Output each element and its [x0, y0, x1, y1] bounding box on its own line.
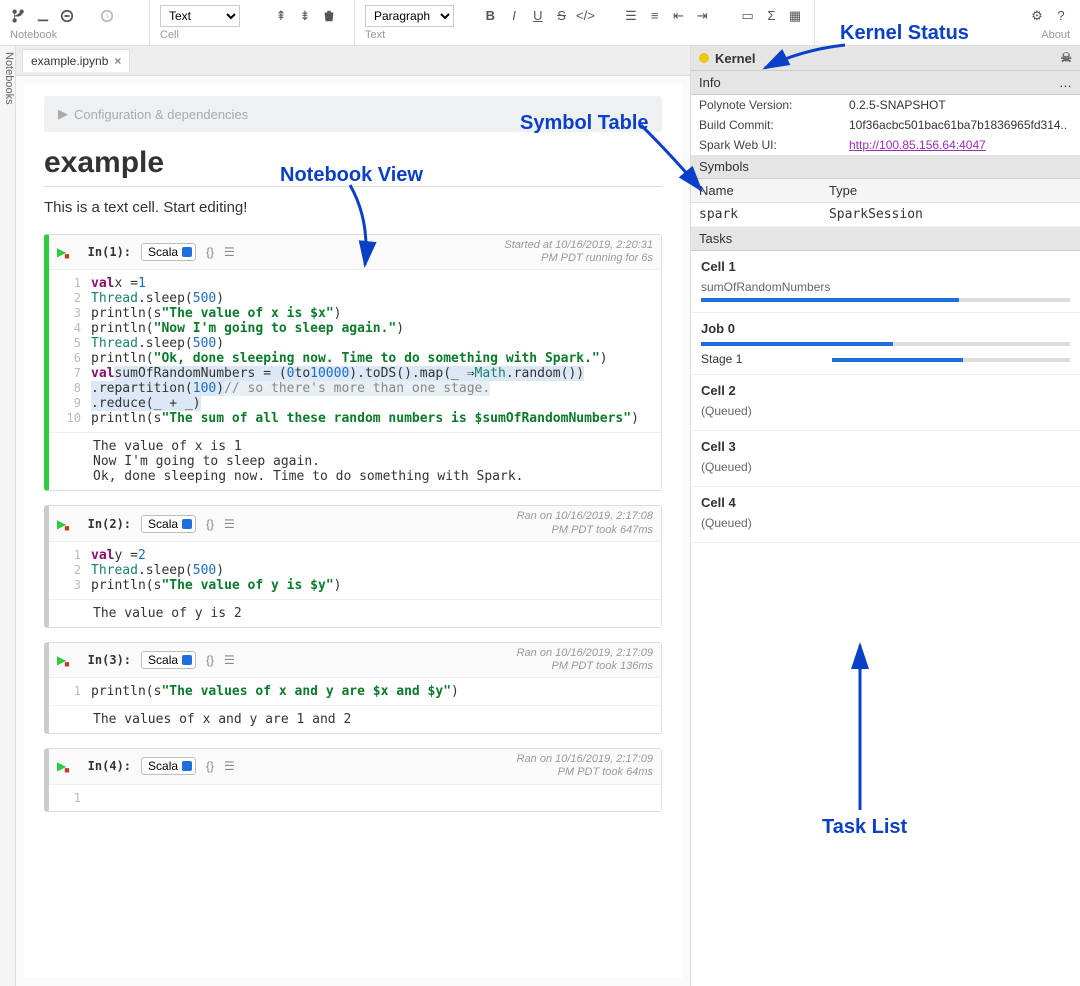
bold-icon[interactable]: B	[482, 7, 500, 25]
list-icon[interactable]: ☰	[224, 517, 235, 531]
cell-type-select[interactable]: Text	[160, 5, 240, 27]
cell-label: In(3):	[88, 653, 131, 667]
skull-icon[interactable]: ☠	[1060, 50, 1072, 66]
kernel-header[interactable]: Kernel ☠	[691, 46, 1080, 71]
branch-icon[interactable]	[10, 7, 28, 25]
table-icon[interactable]: ▦	[786, 7, 804, 25]
code-editor[interactable]: 1	[49, 785, 661, 811]
clock-icon[interactable]	[98, 7, 116, 25]
kernel-status-dot	[699, 53, 709, 63]
task-job-0: Job 0 Stage 1	[691, 313, 1080, 375]
cell-group-label: Cell	[160, 29, 344, 41]
symbols-header[interactable]: Symbols	[691, 155, 1080, 179]
code-icon[interactable]: </>	[576, 7, 594, 25]
lang-select[interactable]: Scala	[141, 757, 196, 775]
lang-select[interactable]: Scala	[141, 651, 196, 669]
outdent-icon[interactable]: ⇤	[670, 7, 688, 25]
kernel-panel: Kernel ☠ Info… Polynote Version:0.2.5-SN…	[690, 46, 1080, 986]
notebook-group-label: Notebook	[10, 29, 139, 41]
underline-icon[interactable]: U	[529, 7, 547, 25]
lang-select[interactable]: Scala	[141, 243, 196, 261]
settings-icon[interactable]: ⚙	[1028, 7, 1046, 25]
list-icon[interactable]: ☰	[224, 653, 235, 667]
notebook-view: ▶ Configuration & dependencies example T…	[24, 84, 682, 978]
ol-icon[interactable]: ≡	[646, 7, 664, 25]
braces-icon[interactable]: {}	[206, 653, 214, 667]
spark-ui-link[interactable]: http://100.85.156.64:4047	[849, 138, 986, 152]
stop-icon[interactable]: ■	[64, 765, 69, 775]
task-cell-2: Cell 2 (Queued)	[691, 375, 1080, 431]
about-label: About	[1041, 29, 1070, 41]
move-up-icon[interactable]: ⇞	[272, 7, 290, 25]
image-icon[interactable]: ▭	[739, 7, 757, 25]
ul-icon[interactable]: ☰	[622, 7, 640, 25]
stop-icon[interactable]: ■	[64, 659, 69, 669]
table-row[interactable]: sparkSparkSession	[691, 203, 1080, 227]
indent-icon[interactable]: ⇥	[693, 7, 711, 25]
code-cell-2: ▶ ■ In(2): Scala {}☰ Ran on 10/16/2019, …	[44, 505, 662, 627]
italic-icon[interactable]: I	[505, 7, 523, 25]
strike-icon[interactable]: S	[553, 7, 571, 25]
task-cell-1: Cell 1 sumOfRandomNumbers	[691, 251, 1080, 313]
close-icon[interactable]: ×	[114, 54, 121, 68]
cell-meta: Started at 10/16/2019, 2:20:31PM PDT run…	[504, 239, 653, 265]
stop-icon[interactable]: ■	[64, 251, 69, 261]
cell-label: In(2):	[88, 517, 131, 531]
list-icon[interactable]: ☰	[224, 245, 235, 259]
cell-meta: Ran on 10/16/2019, 2:17:09PM PDT took 13…	[517, 647, 653, 673]
cell-output: The value of y is 2	[49, 599, 661, 627]
paragraph-select[interactable]: Paragraph	[365, 5, 454, 27]
code-editor[interactable]: 1val y = 2 2Thread.sleep(500) 3println(s…	[49, 542, 661, 599]
code-cell-3: ▶ ■ In(3): Scala {}☰ Ran on 10/16/2019, …	[44, 642, 662, 734]
cell-label: In(1):	[88, 245, 131, 259]
cell-label: In(4):	[88, 759, 131, 773]
task-cell-3: Cell 3 (Queued)	[691, 431, 1080, 487]
config-dependencies-bar[interactable]: ▶ Configuration & dependencies	[44, 96, 662, 132]
text-group-label: Text	[365, 29, 804, 41]
cell-output: The values of x and y are 1 and 2	[49, 705, 661, 733]
code-cell-4: ▶ ■ In(4): Scala {}☰ Ran on 10/16/2019, …	[44, 748, 662, 811]
move-down-icon[interactable]: ⇟	[296, 7, 314, 25]
download-icon[interactable]	[34, 7, 52, 25]
info-header[interactable]: Info…	[691, 71, 1080, 95]
help-icon[interactable]: ?	[1052, 7, 1070, 25]
toolbar: Notebook Text ⇞ ⇟ Cell Paragraph B I U S…	[0, 0, 1080, 46]
code-editor[interactable]: 1val x = 1 2Thread.sleep(500) 3println(s…	[49, 270, 661, 432]
lang-select[interactable]: Scala	[141, 515, 196, 533]
code-editor[interactable]: 1println(s"The values of x and y are $x …	[49, 678, 661, 705]
braces-icon[interactable]: {}	[206, 245, 214, 259]
cell-output: The value of x is 1 Now I'm going to sle…	[49, 432, 661, 490]
symbol-table: NameType sparkSparkSession	[691, 179, 1080, 227]
braces-icon[interactable]: {}	[206, 759, 214, 773]
stop-icon[interactable]: ■	[64, 523, 69, 533]
chevron-right-icon: ▶	[58, 106, 68, 122]
list-icon[interactable]: ☰	[224, 759, 235, 773]
cell-meta: Ran on 10/16/2019, 2:17:09PM PDT took 64…	[517, 753, 653, 779]
notebook-tab[interactable]: example.ipynb ×	[22, 49, 130, 72]
text-cell[interactable]: This is a text cell. Start editing!	[44, 199, 662, 216]
tasks-header[interactable]: Tasks	[691, 227, 1080, 251]
notebooks-sidebar[interactable]: Notebooks	[0, 46, 16, 986]
braces-icon[interactable]: {}	[206, 517, 214, 531]
cell-meta: Ran on 10/16/2019, 2:17:08PM PDT took 64…	[517, 510, 653, 536]
tab-bar: example.ipynb ×	[16, 46, 690, 76]
tab-label: example.ipynb	[31, 54, 108, 68]
trash-icon[interactable]	[320, 7, 338, 25]
task-cell-4: Cell 4 (Queued)	[691, 487, 1080, 543]
formula-icon[interactable]: Σ	[762, 7, 780, 25]
minus-circle-icon[interactable]	[58, 7, 76, 25]
code-cell-1: ▶ ■ In(1): Scala {} ☰ Started at 10/16/2…	[44, 234, 662, 491]
notebook-title: example	[44, 146, 662, 187]
